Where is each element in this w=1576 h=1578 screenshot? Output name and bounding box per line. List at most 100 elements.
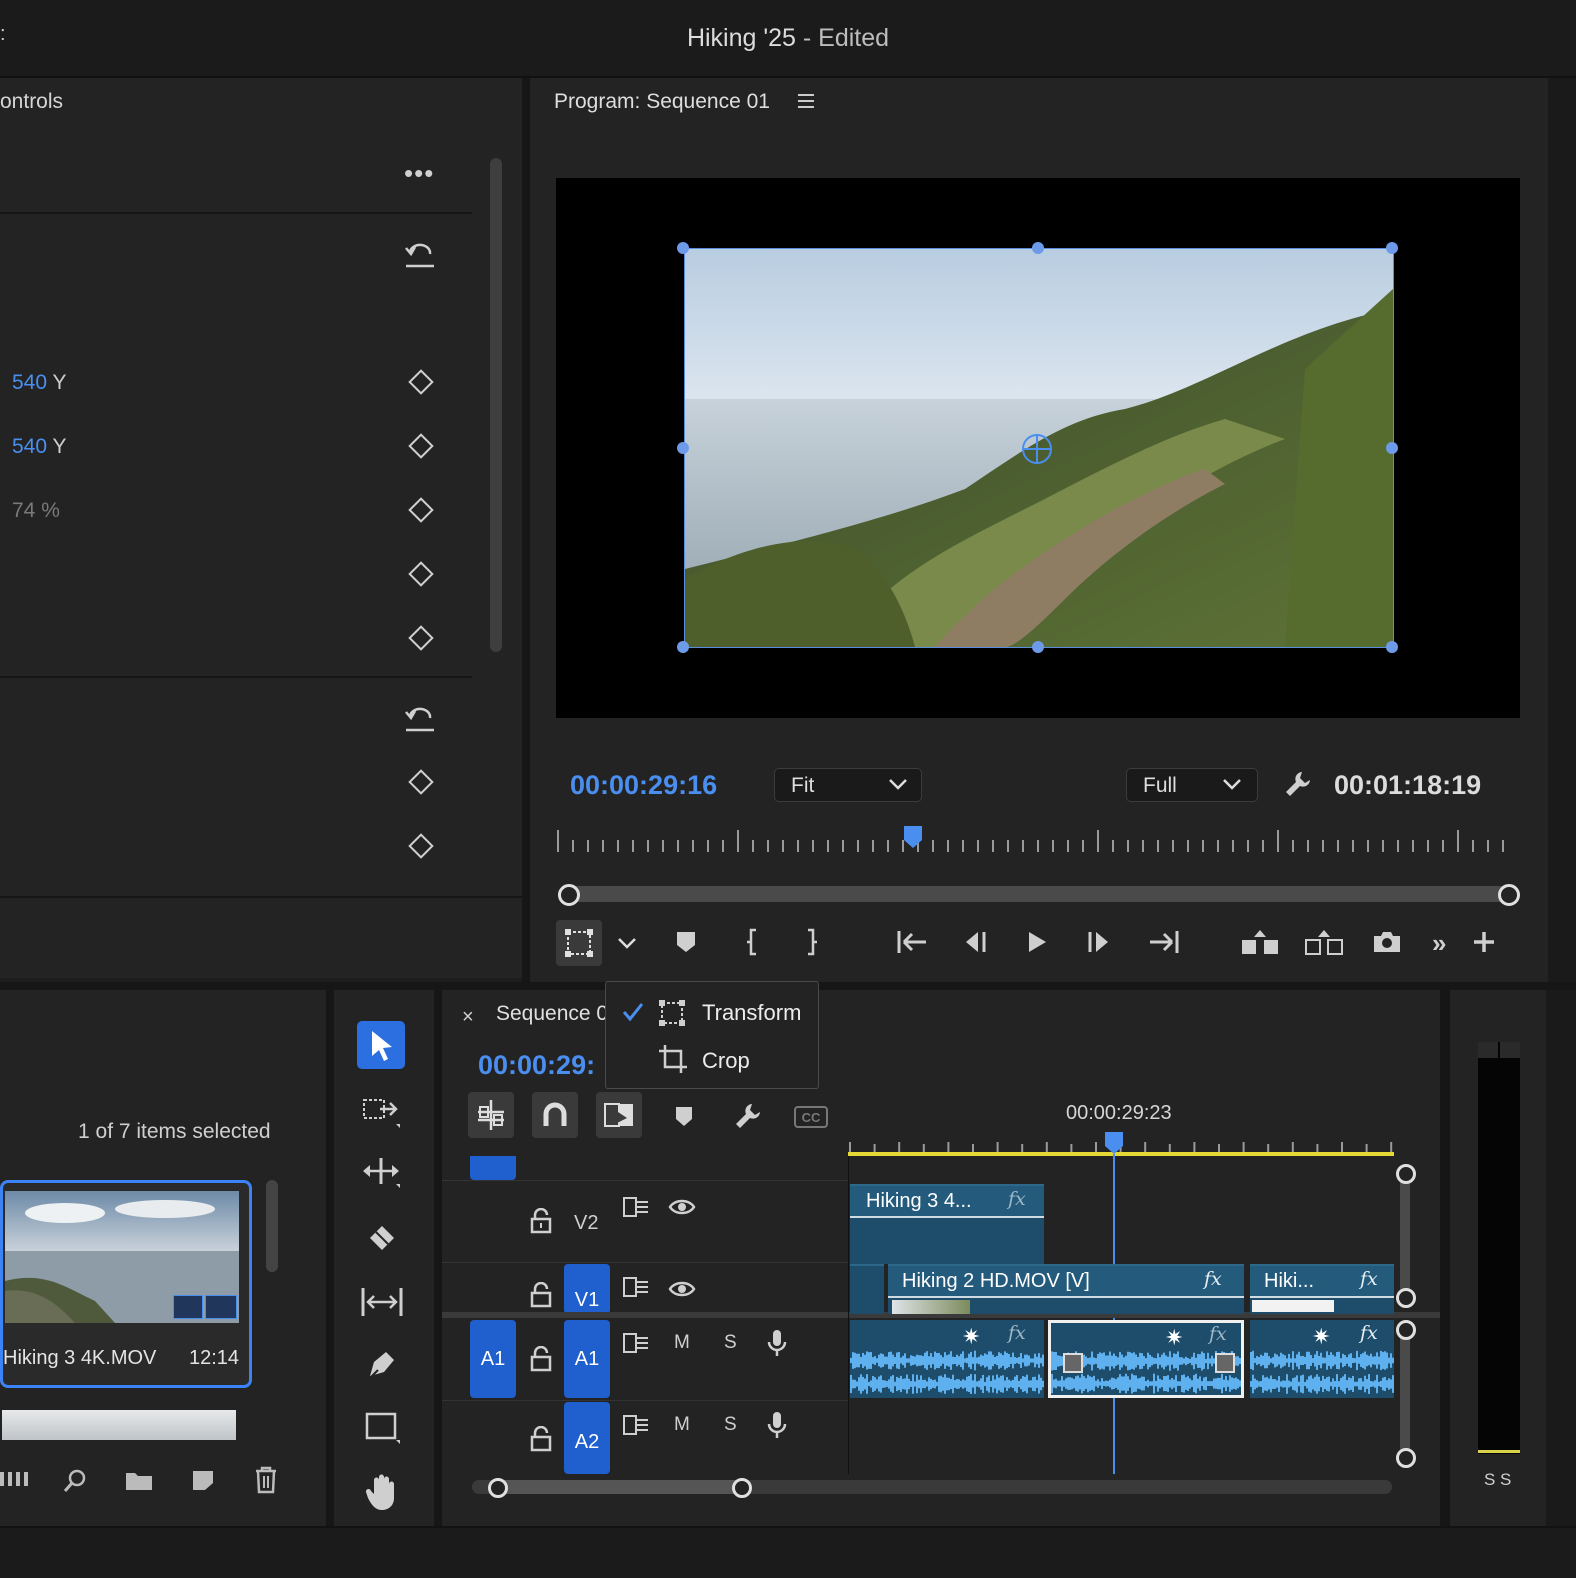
timeline-audio-clip[interactable]: ✷ fx: [1250, 1320, 1394, 1398]
anchor-y-value[interactable]: 540: [12, 435, 47, 458]
toggle-sync-icon[interactable]: [622, 1196, 650, 1218]
toggle-sync-icon[interactable]: [622, 1276, 650, 1298]
timeline-playhead-marker[interactable]: [1103, 1130, 1125, 1156]
lock-icon[interactable]: [530, 1346, 552, 1372]
step-forward-icon[interactable]: [1086, 930, 1114, 954]
fx-badge[interactable]: fx: [1204, 1268, 1222, 1290]
transform-handle[interactable]: [1386, 442, 1398, 454]
fx-badge[interactable]: fx: [1008, 1188, 1026, 1210]
menu-dots-icon[interactable]: :: [0, 24, 6, 50]
add-marker-icon[interactable]: [676, 931, 696, 953]
timeline-scroll-thumb[interactable]: [496, 1480, 742, 1494]
search-icon[interactable]: [62, 1468, 88, 1494]
transition-handle-right[interactable]: [1215, 1353, 1235, 1373]
timeline-vertical-scrollbar[interactable]: [1400, 1172, 1410, 1296]
clip-thumbnail[interactable]: [5, 1191, 239, 1323]
track-label-v2[interactable]: V2: [574, 1212, 598, 1235]
resolution-select[interactable]: Full: [1126, 768, 1258, 802]
transform-handle[interactable]: [1032, 641, 1044, 653]
rectangle-tool-icon[interactable]: [364, 1410, 402, 1446]
timeline-timecode[interactable]: 00:00:29:: [478, 1050, 595, 1081]
track-select-tool-icon[interactable]: [362, 1094, 402, 1130]
video-viewport[interactable]: [556, 178, 1520, 718]
microphone-icon[interactable]: [766, 1410, 788, 1440]
scale-value[interactable]: 74 %: [12, 499, 60, 523]
timeline-clip-v1[interactable]: [850, 1264, 884, 1314]
source-patch-bar[interactable]: [470, 1156, 516, 1180]
new-item-icon[interactable]: [190, 1468, 216, 1492]
nest-toggle-button[interactable]: [468, 1092, 514, 1138]
keyframe-diamond-icon[interactable]: [408, 833, 434, 859]
timeline-vertical-scrollbar[interactable]: [1400, 1330, 1410, 1460]
transform-overlay-button[interactable]: [556, 920, 602, 966]
camera-icon[interactable]: [1372, 930, 1402, 954]
fx-badge[interactable]: fx: [1360, 1268, 1378, 1290]
track-label-a2[interactable]: A2: [564, 1402, 610, 1474]
scroll-handle[interactable]: [732, 1478, 752, 1498]
microphone-icon[interactable]: [766, 1328, 788, 1358]
wrench-icon[interactable]: [1282, 768, 1314, 800]
transform-handle[interactable]: [1386, 641, 1398, 653]
zoom-handle-left[interactable]: [558, 884, 580, 906]
monitor-zoom-scrollbar[interactable]: [564, 886, 1516, 902]
reset-icon[interactable]: [404, 706, 436, 732]
slip-tool-icon[interactable]: [360, 1284, 404, 1320]
lift-icon[interactable]: [1240, 928, 1280, 956]
project-clip-item[interactable]: Hiking 3 4K.MOV 12:14: [0, 1180, 252, 1388]
keyframe-diamond-icon[interactable]: [408, 769, 434, 795]
mark-in-icon[interactable]: [746, 928, 760, 956]
vertical-scrollbar[interactable]: [490, 158, 502, 652]
timeline-clip-v1[interactable]: Hiki... fx: [1250, 1264, 1394, 1314]
razor-tool-icon[interactable]: [364, 1220, 400, 1256]
scroll-handle[interactable]: [1396, 1448, 1416, 1468]
fx-badge[interactable]: fx: [1209, 1323, 1227, 1345]
go-to-in-icon[interactable]: [896, 928, 928, 956]
fx-badge[interactable]: fx: [1008, 1322, 1026, 1344]
transform-handle[interactable]: [1032, 242, 1044, 254]
ripple-edit-tool-icon[interactable]: [360, 1154, 402, 1190]
mark-out-icon[interactable]: [804, 928, 818, 956]
more-options-icon[interactable]: •••: [404, 158, 434, 189]
sequence-tab[interactable]: Sequence 0: [496, 1002, 608, 1026]
toggle-sync-icon[interactable]: [622, 1332, 650, 1354]
playhead-timecode[interactable]: 00:00:29:16: [570, 770, 717, 801]
eye-icon[interactable]: [668, 1280, 696, 1298]
hand-tool-icon[interactable]: [364, 1472, 402, 1512]
new-bin-icon[interactable]: [124, 1470, 154, 1492]
transition-handle-left[interactable]: [1063, 1353, 1083, 1373]
add-marker-icon[interactable]: [674, 1106, 694, 1128]
play-icon[interactable]: [1026, 930, 1048, 954]
fx-badge[interactable]: fx: [1360, 1322, 1378, 1344]
program-monitor-title[interactable]: Program: Sequence 01: [554, 90, 770, 114]
menu-item-crop[interactable]: Crop: [606, 1038, 818, 1082]
solo-button[interactable]: S: [724, 1414, 737, 1436]
playhead-marker[interactable]: [902, 824, 924, 850]
effect-controls-tab[interactable]: ontrols: [0, 90, 63, 114]
extract-icon[interactable]: [1304, 928, 1344, 956]
transform-handle[interactable]: [1386, 242, 1398, 254]
project-scrollbar[interactable]: [266, 1180, 278, 1272]
wrench-icon[interactable]: [732, 1100, 764, 1132]
menu-item-transform[interactable]: Transform: [606, 990, 818, 1034]
audio-effect-icon[interactable]: ✷: [1165, 1325, 1183, 1351]
monitor-time-ruler[interactable]: [556, 828, 1514, 856]
lock-icon[interactable]: [530, 1426, 552, 1452]
timeline-audio-clip-selected[interactable]: ✷ fx: [1048, 1320, 1244, 1398]
zoom-handle-right[interactable]: [1498, 884, 1520, 906]
mute-button[interactable]: M: [674, 1414, 690, 1436]
keyframe-diamond-icon[interactable]: [408, 561, 434, 587]
panel-separator[interactable]: [522, 78, 530, 982]
reset-icon[interactable]: [404, 242, 436, 268]
linked-selection-button[interactable]: [596, 1092, 642, 1138]
solo-button[interactable]: S: [724, 1332, 737, 1354]
transform-handle[interactable]: [677, 442, 689, 454]
captions-icon[interactable]: CC: [794, 1106, 828, 1128]
scroll-handle[interactable]: [1396, 1164, 1416, 1184]
zoom-select[interactable]: Fit: [774, 768, 922, 802]
go-to-out-icon[interactable]: [1148, 928, 1180, 956]
trash-icon[interactable]: [254, 1466, 278, 1494]
scroll-handle[interactable]: [488, 1478, 508, 1498]
mute-button[interactable]: M: [674, 1332, 690, 1354]
audio-effect-icon[interactable]: ✷: [1312, 1324, 1330, 1350]
keyframe-diamond-icon[interactable]: [408, 625, 434, 651]
